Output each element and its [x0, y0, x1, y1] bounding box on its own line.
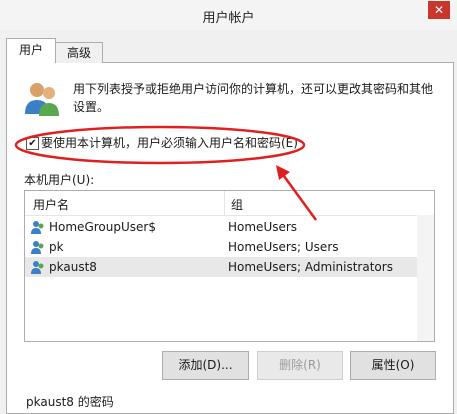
window-title: 用户帐户 — [202, 11, 255, 26]
table-row[interactable]: pk HomeUsers; Users — [25, 237, 417, 257]
users-list[interactable]: 用户名 组 HomeGroupUser$ HomeUsers pk HomeUs… — [24, 190, 435, 342]
remove-user-button[interactable]: 删除(R) — [257, 351, 343, 380]
list-scrollbar[interactable] — [417, 215, 434, 341]
require-login-checkbox[interactable]: ✔ — [26, 137, 39, 150]
list-header: 用户名 组 — [25, 191, 434, 216]
table-row-selected[interactable]: pkaust8 HomeUsers; Administrators — [25, 257, 417, 277]
column-header-username[interactable]: 用户名 — [33, 196, 69, 213]
description-text: 用下列表授予或拒绝用户访问你的计算机，还可以更改其密码和其他设置。 — [73, 82, 434, 114]
password-section-label: pkaust8 的密码 — [26, 395, 114, 409]
row-group: HomeUsers — [228, 220, 298, 234]
tab-advanced[interactable]: 高级 — [55, 42, 103, 63]
row-username: pk — [49, 240, 64, 254]
add-user-button[interactable]: 添加(D)... — [162, 351, 249, 380]
user-icon — [31, 241, 44, 254]
row-username: HomeGroupUser$ — [49, 220, 156, 234]
title-bar: 用户帐户 ✕ — [0, 0, 457, 30]
tab-users[interactable]: 用户 — [6, 38, 56, 63]
user-icon — [31, 221, 44, 234]
user-icon — [31, 261, 44, 274]
properties-button[interactable]: 属性(O) — [350, 351, 436, 380]
local-users-label: 本机用户(U): — [24, 173, 95, 187]
row-username: pkaust8 — [49, 260, 97, 274]
users-icon — [25, 83, 59, 116]
row-group: HomeUsers; Users — [228, 240, 339, 254]
require-login-label[interactable]: 要使用本计算机，用户必须输入用户名和密码(E) — [41, 134, 298, 151]
close-button[interactable]: ✕ — [428, 1, 450, 19]
table-row[interactable]: HomeGroupUser$ HomeUsers — [25, 217, 417, 237]
column-divider[interactable] — [224, 191, 225, 215]
row-group: HomeUsers; Administrators — [228, 260, 393, 274]
column-header-group[interactable]: 组 — [231, 196, 243, 213]
